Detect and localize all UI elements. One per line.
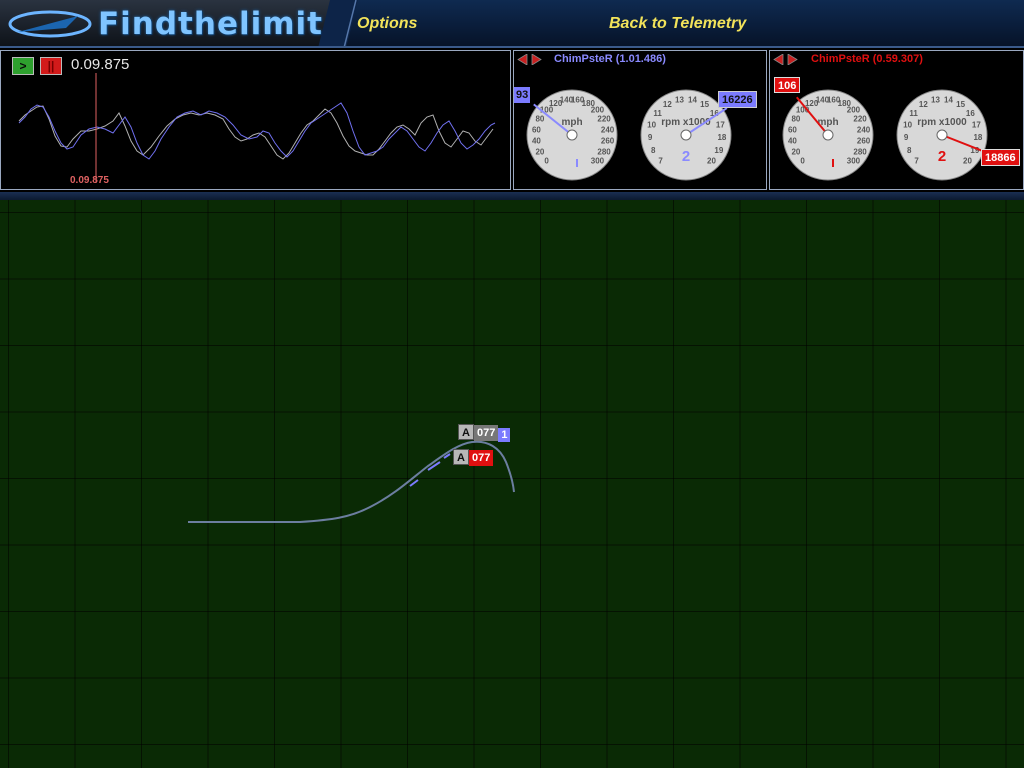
dial-tick-label: 9 [648,133,653,142]
racing-line-lap-a [409,453,451,487]
dial-tick-label: 20 [707,156,716,165]
car-marker-letter: A [458,424,474,440]
car-marker-value: 077 [468,450,494,466]
car-marker-lap-a[interactable]: A 077 1 [458,424,511,442]
current-time-readout: 0.09.875 [71,56,130,73]
dial-tick-label: 280 [597,147,611,156]
dial-tick-label: 260 [857,137,871,146]
telemetry-graph-panel: > || 0.09.875 0.09.875 [0,50,511,190]
rpm-dial: 78910111213 14151617181920rpm x10002 [896,89,988,181]
dial-tick-label: 40 [532,137,541,146]
dial-tick-label: 260 [601,137,615,146]
dial-tick-label: 20 [963,156,972,165]
speed-value-badge: 106 [774,77,801,93]
dial-tick-label: 10 [903,120,912,129]
dial-tick-label: 14 [688,96,697,105]
car-marker-tag: 1 [498,428,511,442]
dial-tick-label: 16 [966,109,975,118]
header-divider [318,0,358,48]
dial-tick-label: 240 [601,125,615,134]
play-button[interactable]: > [12,57,34,75]
dial-marker [576,159,578,167]
dial-tick-label: 9 [904,133,909,142]
dial-tick-label: 18 [973,133,982,142]
dial-tick-label: 8 [651,146,656,155]
speed-value-badge: 93 [514,87,531,103]
logo-text: Findthelimit [98,6,323,42]
dial-tick-label: 300 [591,156,605,165]
header-bottom-border [0,46,1024,48]
dial-unit-label: rpm x1000 [917,117,967,128]
dial-tick-label: 0 [544,156,549,165]
dial-tick-label: 20 [535,147,544,156]
car-marker-value: 077 [473,425,499,441]
gear-indicator: 2 [938,148,946,165]
dial-tick-label: 280 [853,147,867,156]
dial-tick-label: 18 [717,133,726,142]
dial-tick-label: 19 [714,146,723,155]
dial-tick-label: 300 [847,156,861,165]
dial-tick-label: 0 [800,156,805,165]
track-map-canvas [188,440,515,523]
gauge-panel-driver-b: ChimPsteR (0.59.307) 0 20 40 60 80 100 120 140 1… [769,50,1024,190]
dial-tick-label: 17 [972,120,981,129]
dial-tick-label: 17 [716,120,725,129]
dial-hub [680,129,692,141]
dial-tick-label: 7 [658,156,663,165]
dial-unit-label: mph [561,117,582,128]
dial-tick-label: 200 [847,106,861,115]
speed-dial: 0204060801001201401601802002202402602803… [526,89,618,181]
dial-tick-label: 20 [791,147,800,156]
gear-indicator: 2 [682,148,690,165]
rpm-value-badge: 16226 [718,91,757,108]
dial-marker [832,159,834,167]
options-link[interactable]: Options [357,15,417,33]
gauge-cluster: 0204060801001201401601802002202402602803… [782,89,988,181]
dial-tick-label: 220 [853,115,867,124]
dial-tick-label: 13 [931,96,940,105]
gauge-cluster: 0204060801001201401601802002202402602803… [526,89,732,181]
dial-tick-label: 7 [914,156,919,165]
dial-tick-label: 12 [663,100,672,109]
dial-hub [822,129,834,141]
track-map[interactable]: A 077 1 A 077 [0,200,1024,768]
gauge-panel-driver-a: ChimPsteR (1.01.486) 0 20 40 60 80 100 120 140 1… [513,50,767,190]
dial-tick-label: 15 [956,100,965,109]
logo-swoosh-icon [8,10,92,38]
dial-tick-label: 220 [597,115,611,124]
back-to-telemetry-link[interactable]: Back to Telemetry [609,15,746,33]
map-toolbar-strip [0,192,1024,200]
app-header: Findthelimit Options Back to Telemetry [0,0,1024,48]
dial-tick-label: 13 [675,96,684,105]
dial-tick-label: 15 [700,100,709,109]
dial-tick-label: 40 [788,137,797,146]
app-logo: Findthelimit [0,0,330,48]
trace-line-lap-b [18,105,494,160]
dial-tick-label: 80 [791,115,800,124]
rpm-value-badge: 18866 [981,149,1020,166]
dial-tick-label: 60 [788,125,797,134]
dial-tick-label: 240 [857,125,871,134]
dial-tick-label: 60 [532,125,541,134]
pause-button[interactable]: || [40,57,62,75]
dial-tick-label: 10 [647,120,656,129]
dial-tick-label: 12 [919,100,928,109]
dial-hub [566,129,578,141]
dial-tick-label: 14 [944,96,953,105]
car-marker-lap-b[interactable]: A 077 [453,449,494,466]
dial-tick-label: 80 [535,115,544,124]
speed-dial: 0204060801001201401601802002202402602803… [782,89,874,181]
dial-tick-label: 8 [907,146,912,155]
car-marker-letter: A [453,449,469,465]
cursor-time-label: 0.09.875 [70,175,109,186]
dial-hub [936,129,948,141]
dial-tick-label: 200 [591,106,605,115]
